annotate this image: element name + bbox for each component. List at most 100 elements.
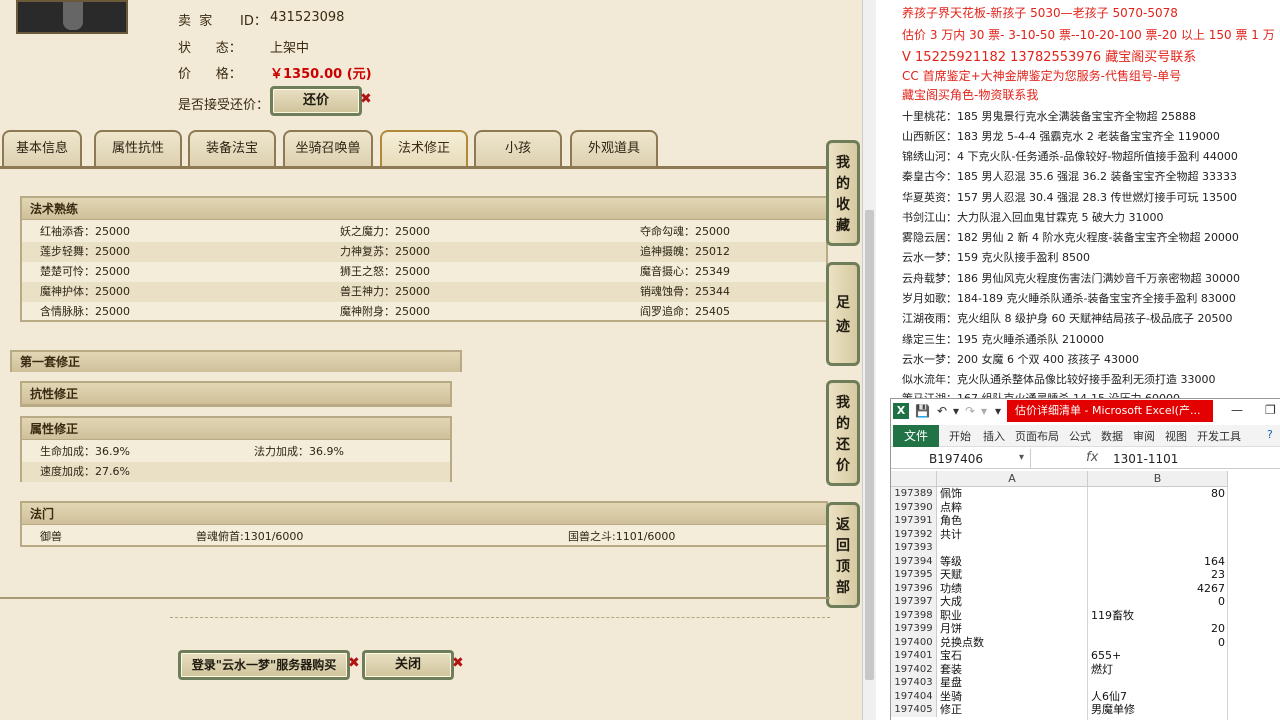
excel-row[interactable]: 197400 兑换点数 0 <box>891 635 1280 650</box>
excel-row[interactable]: 197394 等级 164 <box>891 554 1280 569</box>
tab-mount-summon[interactable]: 坐骑召唤兽 <box>283 130 373 166</box>
cell-b[interactable]: 0 <box>1091 636 1225 650</box>
minimize-icon[interactable]: — <box>1231 403 1243 417</box>
row-number[interactable]: 197405 <box>891 703 937 717</box>
select-all-corner[interactable] <box>891 471 937 487</box>
restore-icon[interactable]: ❐ <box>1265 403 1276 417</box>
cell-a[interactable]: 修正 <box>940 703 962 717</box>
row-number[interactable]: 197399 <box>891 622 937 636</box>
tab-appearance[interactable]: 外观道具 <box>570 130 658 166</box>
excel-row[interactable]: 197393 <box>891 541 1280 555</box>
menu-home[interactable]: 开始 <box>949 428 971 444</box>
formula-input[interactable]: 1301-1101 <box>1113 449 1178 469</box>
cell-a[interactable]: 坐骑 <box>940 690 962 704</box>
row-number[interactable]: 197392 <box>891 527 937 541</box>
cell-b[interactable]: 0 <box>1091 595 1225 609</box>
cell-a[interactable]: 星盘 <box>940 676 962 690</box>
row-number[interactable]: 197394 <box>891 554 937 568</box>
cell-a[interactable]: 大成 <box>940 595 962 609</box>
row-number[interactable]: 197400 <box>891 635 937 649</box>
close-x-icon[interactable]: ✖ <box>452 655 464 671</box>
fx-icon[interactable]: fx <box>1086 450 1098 465</box>
excel-row[interactable]: 197405 修正 男魔单修 <box>891 703 1280 717</box>
customize-toolbar-icon[interactable]: ▾ <box>995 404 1001 418</box>
cell-a[interactable]: 兑换点数 <box>940 636 984 650</box>
cell-a[interactable]: 宝石 <box>940 649 962 663</box>
cell-b[interactable]: 男魔单修 <box>1091 703 1135 717</box>
menu-insert[interactable]: 插入 <box>983 428 1005 444</box>
tab-basic-info[interactable]: 基本信息 <box>2 130 82 166</box>
row-number[interactable]: 197404 <box>891 689 937 703</box>
undo-dropdown-icon[interactable]: ▾ <box>953 404 959 418</box>
cell-b[interactable]: 80 <box>1091 487 1225 501</box>
cell-b[interactable]: 燃灯 <box>1091 663 1113 677</box>
cell-b[interactable]: 119畜牧 <box>1091 609 1134 623</box>
cell-b[interactable]: 164 <box>1091 555 1225 569</box>
login-buy-button[interactable]: 登录"云水一梦"服务器购买 <box>178 650 350 680</box>
column-header-b[interactable]: B <box>1088 471 1228 487</box>
menu-review[interactable]: 审阅 <box>1133 428 1155 444</box>
excel-row[interactable]: 197402 套装 燃灯 <box>891 662 1280 677</box>
name-box-dropdown-icon[interactable]: ▾ <box>1019 452 1024 463</box>
excel-row[interactable]: 197390 点粹 <box>891 500 1280 515</box>
excel-row[interactable]: 197398 职业 119畜牧 <box>891 608 1280 623</box>
cell-a[interactable]: 点粹 <box>940 501 962 515</box>
my-favorites-button[interactable]: 我的收藏 <box>826 140 860 246</box>
menu-developer[interactable]: 开发工具 <box>1197 428 1241 444</box>
footprint-button[interactable]: 足迹 <box>826 262 860 366</box>
help-icon[interactable]: ? <box>1267 428 1273 441</box>
close-button[interactable]: 关闭 <box>362 650 454 680</box>
excel-row[interactable]: 197404 坐骑 人6仙7 <box>891 689 1280 704</box>
tab-attr-resist[interactable]: 属性抗性 <box>94 130 182 166</box>
cell-a[interactable]: 佩饰 <box>940 487 962 501</box>
excel-row[interactable]: 197392 共计 <box>891 527 1280 542</box>
cell-b[interactable]: 人6仙7 <box>1091 690 1127 704</box>
row-number[interactable]: 197391 <box>891 514 937 528</box>
close-x-icon[interactable]: ✖ <box>360 91 372 107</box>
menu-formulas[interactable]: 公式 <box>1069 428 1091 444</box>
my-bargain-button[interactable]: 我的还价 <box>826 380 860 486</box>
excel-row[interactable]: 197397 大成 0 <box>891 595 1280 609</box>
tab-equipment[interactable]: 装备法宝 <box>188 130 276 166</box>
back-to-top-button[interactable]: 返回顶部 <box>826 502 860 608</box>
redo-icon[interactable]: ↷ <box>965 404 975 418</box>
excel-row[interactable]: 197389 佩饰 80 <box>891 487 1280 501</box>
tab-child[interactable]: 小孩 <box>474 130 562 166</box>
row-number[interactable]: 197397 <box>891 595 937 609</box>
name-box[interactable]: B197406 <box>891 449 1031 469</box>
cell-a[interactable]: 功绩 <box>940 582 962 596</box>
excel-row[interactable]: 197396 功绩 4267 <box>891 581 1280 596</box>
page-scrollbar[interactable] <box>862 0 876 720</box>
row-number[interactable]: 197393 <box>891 541 937 555</box>
save-icon[interactable]: 💾 <box>915 404 930 418</box>
row-number[interactable]: 197398 <box>891 608 937 622</box>
cell-a[interactable]: 角色 <box>940 514 962 528</box>
excel-row[interactable]: 197399 月饼 20 <box>891 622 1280 636</box>
excel-row[interactable]: 197401 宝石 655+ <box>891 649 1280 663</box>
menu-data[interactable]: 数据 <box>1101 428 1123 444</box>
cell-a[interactable]: 共计 <box>940 528 962 542</box>
cell-b[interactable]: 655+ <box>1091 649 1121 663</box>
menu-page-layout[interactable]: 页面布局 <box>1015 428 1059 444</box>
cell-b[interactable]: 20 <box>1091 622 1225 636</box>
excel-row[interactable]: 197395 天赋 23 <box>891 568 1280 582</box>
cell-a[interactable]: 套装 <box>940 663 962 677</box>
row-number[interactable]: 197395 <box>891 568 937 582</box>
cell-a[interactable]: 职业 <box>940 609 962 623</box>
tab-spell-correction[interactable]: 法术修正 <box>380 130 468 166</box>
scrollbar-thumb[interactable] <box>865 210 874 680</box>
cell-b[interactable]: 23 <box>1091 568 1225 582</box>
row-number[interactable]: 197401 <box>891 649 937 663</box>
bargain-button[interactable]: 还价 <box>270 86 362 116</box>
redo-dropdown-icon[interactable]: ▾ <box>981 404 987 418</box>
excel-row[interactable]: 197403 星盘 <box>891 676 1280 690</box>
menu-view[interactable]: 视图 <box>1165 428 1187 444</box>
row-number[interactable]: 197402 <box>891 662 937 676</box>
row-number[interactable]: 197390 <box>891 500 937 514</box>
undo-icon[interactable]: ↶ <box>937 404 947 418</box>
row-number[interactable]: 197403 <box>891 676 937 690</box>
cell-a[interactable]: 月饼 <box>940 622 962 636</box>
column-header-a[interactable]: A <box>937 471 1088 487</box>
cell-b[interactable]: 4267 <box>1091 582 1225 596</box>
row-number[interactable]: 197389 <box>891 487 937 501</box>
